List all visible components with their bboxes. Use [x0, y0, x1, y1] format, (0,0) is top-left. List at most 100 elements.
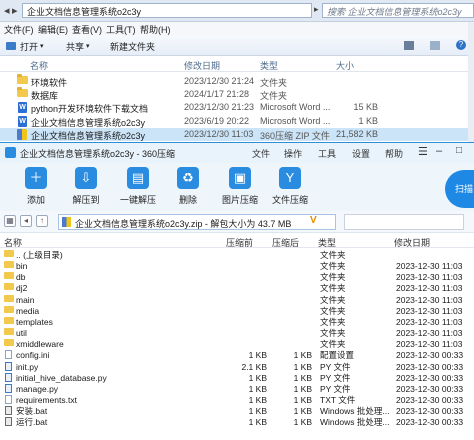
- menu-view[interactable]: 查看(V): [72, 23, 102, 36]
- zip-file-row[interactable]: initial_hive_database.py 1 KB 1 KB PY 文件 202…: [0, 372, 474, 384]
- zip-cell-date: 2023-12-30 00:33: [396, 394, 464, 405]
- zip-cell-type: PY 文件: [320, 361, 351, 372]
- folder-icon: [4, 339, 14, 347]
- up-folder-icon[interactable]: ↑: [36, 215, 48, 227]
- chevron-down-icon[interactable]: ▾: [40, 42, 44, 50]
- forward-arrow-icon[interactable]: ▸: [12, 4, 18, 17]
- explorer-window: ◂ ▸ 企业文档信息管理系统o2c3y ▸ 搜索 企业文档信息管理系统o2c3y…: [0, 0, 474, 144]
- menu-file[interactable]: 文件(F): [4, 23, 34, 36]
- column-name[interactable]: 名称: [4, 236, 22, 249]
- path-dropdown-icon[interactable]: ▸: [314, 4, 319, 15]
- column-date[interactable]: 修改日期: [184, 59, 220, 72]
- view-grid-icon[interactable]: ▦: [4, 215, 16, 227]
- zip-path-text: 企业文档信息管理系统o2c3y.zip - 解包大小为 43.7 MB: [75, 219, 292, 229]
- zip-menu-help[interactable]: 帮助: [385, 147, 403, 160]
- view-options-icon[interactable]: [404, 41, 414, 50]
- explorer-file-row[interactable]: 环境软件 2023/12/30 21:24 文件夹: [0, 74, 474, 88]
- explorer-file-row[interactable]: W 企业文档信息管理系统o2c3y 2023/6/19 20:22 Microsoft…: [0, 115, 474, 128]
- column-uncompressed-size[interactable]: 压缩前: [226, 236, 253, 249]
- delete-button[interactable]: ♻ 删除: [166, 167, 210, 206]
- zip-file-row[interactable]: requirements.txt 1 KB 1 KB TXT 文件 2023-12-30…: [0, 394, 474, 406]
- skin-icon[interactable]: ☰: [418, 145, 428, 158]
- zip-file-row[interactable]: init.py 2.1 KB 1 KB PY 文件 2023-12-30 00:33: [0, 361, 474, 373]
- zip-file-row[interactable]: templates 文件夹 2023-12-30 11:03: [0, 316, 474, 328]
- maximize-icon[interactable]: □: [456, 145, 462, 156]
- zip-cell-type: 文件夹: [320, 316, 346, 327]
- zip-file-row[interactable]: manage.py 1 KB 1 KB PY 文件 2023-12-30 00:33: [0, 383, 474, 395]
- help-icon[interactable]: ?: [456, 40, 466, 50]
- zip-path-field[interactable]: 企业文档信息管理系统o2c3y.zip - 解包大小为 43.7 MB: [58, 214, 336, 230]
- share-button[interactable]: 共享: [66, 40, 84, 53]
- explorer-search-input[interactable]: 搜索 企业文档信息管理系统o2c3y: [322, 3, 474, 18]
- column-type[interactable]: 类型: [260, 59, 278, 72]
- explorer-file-row[interactable]: Wpython开发环境软件下载文档 2023/12/30 21:23 Microso…: [0, 101, 474, 114]
- zip-cell-size: 1 KB: [248, 383, 267, 394]
- path-dropdown-icon[interactable]: V: [310, 215, 317, 226]
- delete-label: 删除: [178, 195, 197, 205]
- zip-menu-settings[interactable]: 设置: [352, 147, 370, 160]
- zip-cell-type: 文件夹: [320, 250, 346, 260]
- explorer-file-row[interactable]: 数据库 2024/1/17 21:28 文件夹: [0, 87, 474, 102]
- zip-cell-name: config.ini: [16, 350, 50, 361]
- zip-cell-type: 文件夹: [320, 305, 346, 316]
- column-size[interactable]: 大小: [336, 59, 354, 72]
- file-compress-button[interactable]: Y 文件压缩: [268, 167, 312, 206]
- menu-edit[interactable]: 编辑(E): [38, 23, 68, 36]
- explorer-cell-name: 环境软件: [31, 78, 68, 88]
- zip-titlebar: 企业文档信息管理系统o2c3y - 360压缩 文件 操作 工具 设置 帮助 ☰…: [0, 143, 474, 163]
- zip-file-row[interactable]: main 文件夹 2023-12-30 11:03: [0, 294, 474, 306]
- menu-help[interactable]: 帮助(H): [140, 23, 171, 36]
- file-icon: [5, 394, 12, 404]
- zip-cell-name: templates: [16, 316, 53, 327]
- column-name[interactable]: 名称: [30, 59, 48, 72]
- zip-file-row[interactable]: util 文件夹 2023-12-30 11:03: [0, 328, 474, 339]
- scan-button[interactable]: 扫描: [445, 170, 474, 208]
- zip-window: 企业文档信息管理系统o2c3y - 360压缩 文件 操作 工具 设置 帮助 ☰…: [0, 142, 474, 440]
- column-type[interactable]: 类型: [318, 236, 336, 249]
- zip-menu-tools[interactable]: 工具: [318, 147, 336, 160]
- zip-file-row[interactable]: 运行.bat 1 KB 1 KB Windows 批处理... 2023-12-30 0…: [0, 417, 474, 428]
- zip-file-row[interactable]: dj2 文件夹 2023-12-30 11:03: [0, 283, 474, 294]
- zip-file-row[interactable]: config.ini 1 KB 1 KB 配置设置 2023-12-30 00:33: [0, 350, 474, 361]
- column-modified-date[interactable]: 修改日期: [394, 236, 430, 249]
- explorer-file-row[interactable]: 企业文档信息管理系统o2c3y 2023/12/30 11:03 360压缩 ZIP…: [0, 127, 474, 141]
- zip-cell-type: PY 文件: [320, 383, 351, 394]
- open-button[interactable]: 打开: [20, 40, 38, 53]
- zip-cell-name: main: [16, 294, 35, 305]
- chevron-down-icon[interactable]: ▾: [86, 42, 90, 50]
- one-click-extract-button[interactable]: ▤ 一键解压: [116, 167, 160, 206]
- extract-to-button[interactable]: ⇩ 解压到: [64, 167, 108, 206]
- back-arrow-icon[interactable]: ◂: [4, 4, 10, 17]
- image-compress-button[interactable]: ▣ 图片压缩: [218, 167, 262, 206]
- zip-file-row[interactable]: db 文件夹 2023-12-30 11:03: [0, 272, 474, 283]
- zip-cell-name: media: [16, 305, 40, 316]
- zip-cell-date: 2023-12-30 11:03: [396, 339, 463, 350]
- open-icon: [6, 42, 16, 50]
- zip-cell-name: util: [16, 328, 27, 339]
- zip-menu-operate[interactable]: 操作: [284, 147, 302, 160]
- zip-search-input[interactable]: [344, 214, 464, 230]
- zip-file-row[interactable]: bin 文件夹 2023-12-30 11:03: [0, 261, 474, 272]
- folder-icon: [4, 305, 14, 313]
- zip-cell-date: 2023-12-30 11:03: [396, 305, 463, 316]
- zip-file-row[interactable]: media 文件夹 2023-12-30 11:03: [0, 305, 474, 317]
- minimize-icon[interactable]: –: [436, 145, 442, 157]
- word-icon: W: [18, 115, 27, 127]
- new-folder-button[interactable]: 新建文件夹: [110, 40, 155, 53]
- zip-cell-date: 2023-12-30 00:33: [396, 372, 464, 383]
- explorer-cell-size: 1 KB: [358, 115, 378, 126]
- zip-file-row[interactable]: .. (上级目录) 文件夹: [0, 250, 474, 261]
- folder-icon: [4, 316, 14, 324]
- add-button[interactable]: ＋ 添加: [14, 167, 58, 206]
- zip-cell-name: 运行.bat: [16, 417, 48, 428]
- preview-pane-icon[interactable]: [430, 41, 440, 50]
- menu-tools[interactable]: 工具(T): [106, 23, 136, 36]
- explorer-path-field[interactable]: 企业文档信息管理系统o2c3y: [22, 3, 312, 18]
- explorer-cell-name: 数据库: [31, 91, 59, 102]
- explorer-scrollbar[interactable]: [468, 22, 474, 144]
- column-compressed-size[interactable]: 压缩后: [272, 236, 299, 249]
- zip-file-row[interactable]: 安装.bat 1 KB 1 KB Windows 批处理... 2023-12-30 0…: [0, 406, 474, 417]
- back-icon[interactable]: ◂: [20, 215, 32, 227]
- zip-menu-file[interactable]: 文件: [252, 147, 270, 160]
- zip-file-row[interactable]: xmiddleware 文件夹 2023-12-30 11:03: [0, 339, 474, 350]
